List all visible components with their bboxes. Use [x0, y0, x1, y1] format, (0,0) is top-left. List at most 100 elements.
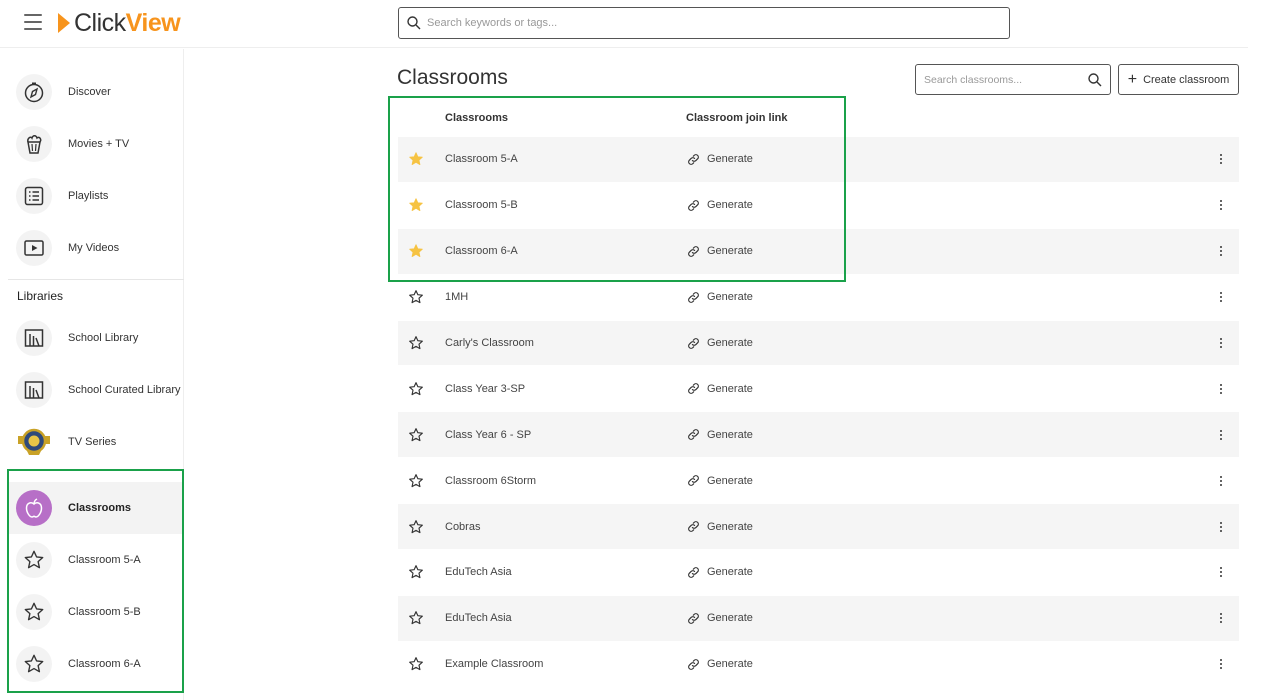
- star-outline-icon[interactable]: [408, 289, 424, 305]
- library-books-icon: [16, 372, 52, 408]
- more-options-icon[interactable]: [1216, 564, 1226, 580]
- table-row[interactable]: Carly's Classroom Generate: [398, 320, 1239, 367]
- table-row[interactable]: Example Classroom Generate: [398, 642, 1239, 688]
- classroom-search-input[interactable]: [924, 73, 1088, 86]
- page-title: Classrooms: [397, 66, 508, 89]
- star-outline-icon: [16, 646, 52, 682]
- star-outline-icon[interactable]: [408, 427, 424, 443]
- table-row[interactable]: EduTech Asia Generate: [398, 595, 1239, 642]
- star-outline-icon[interactable]: [408, 519, 424, 535]
- generate-link-button[interactable]: Generate: [687, 291, 753, 304]
- more-options-icon[interactable]: [1216, 473, 1226, 489]
- classroom-name[interactable]: EduTech Asia: [445, 566, 512, 578]
- global-search-box[interactable]: [398, 7, 1010, 39]
- generate-link-button[interactable]: Generate: [687, 658, 753, 671]
- clickview-logo[interactable]: ClickView: [58, 9, 181, 37]
- link-icon: [688, 291, 699, 303]
- generate-link-button[interactable]: Generate: [687, 245, 753, 258]
- star-outline-icon[interactable]: [408, 381, 424, 397]
- star-filled-icon[interactable]: [408, 197, 424, 213]
- generate-link-button[interactable]: Generate: [687, 382, 753, 395]
- sidebar-item-school-library[interactable]: School Library: [16, 312, 184, 364]
- table-row[interactable]: Classroom 6-A Generate: [398, 228, 1239, 275]
- classroom-name[interactable]: 1MH: [445, 291, 468, 303]
- star-filled-icon[interactable]: [408, 243, 424, 259]
- more-options-icon[interactable]: [1216, 151, 1226, 167]
- table-row[interactable]: Classroom 6Storm Generate: [398, 458, 1239, 505]
- crest-logo-icon: [16, 424, 52, 460]
- table-row[interactable]: Classroom 5-B Generate: [398, 183, 1239, 229]
- logo-play-icon: [58, 13, 70, 33]
- compass-icon: [16, 74, 52, 110]
- table-row[interactable]: EduTech Asia Generate: [398, 550, 1239, 596]
- classroom-name[interactable]: Carly's Classroom: [445, 337, 534, 349]
- sidebar-item-discover[interactable]: Discover: [16, 66, 184, 118]
- sidebar-favorite-classroom[interactable]: Classroom 6-A: [16, 638, 184, 690]
- classroom-name[interactable]: Cobras: [445, 521, 480, 533]
- star-outline-icon[interactable]: [408, 610, 424, 626]
- classroom-name[interactable]: Example Classroom: [445, 658, 543, 670]
- link-icon: [688, 475, 699, 487]
- sidebar-item-my-videos[interactable]: My Videos: [16, 222, 184, 274]
- sidebar-favorite-classroom[interactable]: Classroom 5-A: [16, 534, 184, 586]
- top-bar: ClickView: [0, 0, 1248, 48]
- sidebar-item-movies-tv[interactable]: Movies + TV: [16, 118, 184, 170]
- table-row[interactable]: Class Year 3-SP Generate: [398, 366, 1239, 413]
- sidebar-item-classrooms[interactable]: Classrooms: [8, 482, 182, 534]
- more-options-icon[interactable]: [1216, 335, 1226, 351]
- classroom-name[interactable]: Class Year 3-SP: [445, 383, 525, 395]
- generate-link-button[interactable]: Generate: [687, 199, 753, 212]
- classroom-name[interactable]: Classroom 6-A: [445, 245, 518, 257]
- sidebar-item-playlists[interactable]: Playlists: [16, 170, 184, 222]
- generate-link-button[interactable]: Generate: [687, 520, 753, 533]
- table-row[interactable]: Classroom 5-A Generate: [398, 137, 1239, 183]
- star-filled-icon[interactable]: [408, 151, 424, 167]
- generate-link-button[interactable]: Generate: [687, 337, 753, 350]
- more-options-icon[interactable]: [1216, 610, 1226, 626]
- link-icon: [688, 567, 699, 578]
- apple-icon: [16, 490, 52, 526]
- generate-label: Generate: [707, 382, 753, 395]
- more-options-icon[interactable]: [1216, 519, 1226, 535]
- sidebar-item-label: School Library: [68, 332, 139, 344]
- generate-link-button[interactable]: Generate: [687, 153, 753, 166]
- table-row[interactable]: Class Year 6 - SP Generate: [398, 412, 1239, 459]
- sidebar-item-label: Classroom 6-A: [68, 658, 141, 670]
- sidebar-item-label: My Videos: [68, 242, 120, 254]
- more-options-icon[interactable]: [1216, 243, 1226, 259]
- libraries-heading: Libraries: [17, 289, 64, 303]
- classroom-name[interactable]: Classroom 5-A: [445, 153, 518, 165]
- classroom-name[interactable]: EduTech Asia: [445, 612, 512, 624]
- sidebar-item-label: TV Series: [68, 436, 117, 448]
- star-outline-icon[interactable]: [408, 564, 424, 580]
- generate-label: Generate: [707, 566, 753, 579]
- sidebar-item-school-curated-library[interactable]: School Curated Library: [16, 364, 184, 416]
- sidebar-item-tv-series[interactable]: TV Series: [16, 416, 184, 468]
- classroom-name[interactable]: Class Year 6 - SP: [445, 429, 531, 441]
- search-icon[interactable]: [1088, 72, 1102, 87]
- star-outline-icon[interactable]: [408, 335, 424, 351]
- generate-label: Generate: [707, 474, 753, 487]
- more-options-icon[interactable]: [1216, 427, 1226, 443]
- more-options-icon[interactable]: [1216, 381, 1226, 397]
- more-options-icon[interactable]: [1216, 289, 1226, 305]
- classroom-name[interactable]: Classroom 6Storm: [445, 475, 536, 487]
- global-search-input[interactable]: [427, 17, 987, 29]
- generate-link-button[interactable]: Generate: [687, 428, 753, 441]
- classroom-search-box[interactable]: [915, 64, 1111, 95]
- generate-link-button[interactable]: Generate: [687, 474, 753, 487]
- table-row[interactable]: 1MH Generate: [398, 275, 1239, 321]
- column-header-join-link: Classroom join link: [686, 112, 788, 124]
- star-outline-icon[interactable]: [408, 656, 424, 672]
- classroom-name[interactable]: Classroom 5-B: [445, 199, 518, 211]
- create-classroom-button[interactable]: + Create classroom: [1118, 64, 1239, 95]
- generate-link-button[interactable]: Generate: [687, 612, 753, 625]
- more-options-icon[interactable]: [1216, 197, 1226, 213]
- sidebar-favorite-classroom[interactable]: Classroom 5-B: [16, 586, 184, 638]
- hamburger-menu-icon[interactable]: [24, 14, 42, 30]
- generate-label: Generate: [707, 245, 753, 258]
- more-options-icon[interactable]: [1216, 656, 1226, 672]
- star-outline-icon[interactable]: [408, 473, 424, 489]
- table-row[interactable]: Cobras Generate: [398, 504, 1239, 551]
- generate-link-button[interactable]: Generate: [687, 566, 753, 579]
